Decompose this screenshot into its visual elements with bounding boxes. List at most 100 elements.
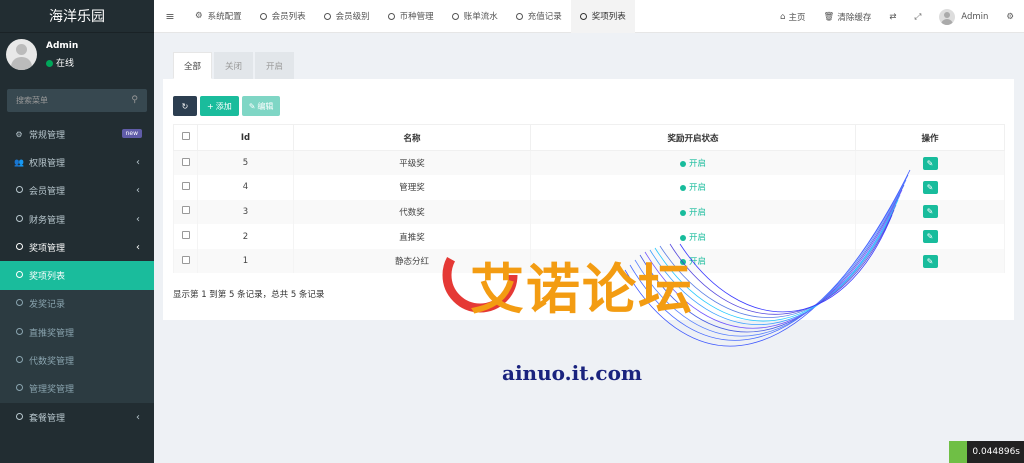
sidebar-item-label: 财务管理: [29, 215, 66, 226]
group-icon: 👥: [14, 157, 24, 167]
col-actions: 操作: [855, 124, 1005, 151]
table-row: 4 管理奖 开启 ✎: [173, 175, 1005, 200]
sidebar-item-generation-award[interactable]: 代数奖管理: [0, 346, 154, 375]
tab-system-config[interactable]: ⚙ 系统配置: [186, 0, 251, 33]
chevron-left-icon: ‹: [136, 411, 140, 423]
settings-gear-icon[interactable]: ⚙: [997, 0, 1024, 33]
cell-actions: ✎: [855, 199, 1005, 225]
tab-member-list[interactable]: 会员列表: [251, 0, 315, 33]
sidebar-item-package[interactable]: 套餐管理 ‹: [0, 403, 154, 431]
home-link[interactable]: ⌂ 主页: [771, 0, 814, 33]
status-dot-icon: [679, 161, 686, 168]
top-navbar: ≡ ⚙ 系统配置 会员列表 会员级别 币种管理 账单流水 充值记录 奖项列表 ⌂ 主…: [154, 0, 1024, 33]
circle-icon: [14, 327, 24, 337]
avatar: [6, 39, 37, 70]
tab-award-list[interactable]: 奖项列表: [570, 0, 635, 33]
sidebar-item-management-award[interactable]: 管理奖管理: [0, 374, 154, 403]
cell-name: 管理奖: [293, 175, 531, 200]
edit-row-button[interactable]: ✎: [922, 180, 938, 194]
cell-status[interactable]: 开启: [530, 150, 856, 176]
cell-id: 5: [197, 150, 294, 176]
filter-tabs: 全部 关闭 开启: [163, 52, 1014, 79]
circle-icon: [14, 299, 24, 308]
sidebar-item-general[interactable]: ⚙ 常规管理 new: [0, 120, 154, 148]
circle-icon: [14, 271, 24, 280]
search-input[interactable]: 搜索菜单: [16, 95, 48, 106]
menu-search[interactable]: 搜索菜单 ⚲: [7, 89, 147, 112]
sidebar-toggle-icon[interactable]: ≡: [154, 0, 186, 33]
new-badge: new: [121, 129, 142, 138]
sidebar-item-awards[interactable]: 奖项管理 ‹: [0, 233, 154, 261]
tab-closed[interactable]: 关闭: [214, 52, 254, 79]
refresh-icon: ↻: [181, 101, 189, 111]
sidebar-item-permission[interactable]: 👥 权限管理 ‹: [0, 148, 154, 176]
edit-row-button[interactable]: ✎: [922, 205, 938, 219]
language-icon[interactable]: ⇄: [880, 0, 905, 33]
clear-cache-button[interactable]: 🗑 清除缓存: [815, 0, 881, 33]
chevron-left-icon: ‹: [136, 156, 140, 168]
status-label: 开启: [688, 232, 706, 243]
col-name[interactable]: 名称: [293, 124, 531, 151]
edit-button[interactable]: ✎ 编辑: [241, 96, 281, 116]
chevron-left-icon: ‹: [136, 185, 140, 197]
circle-icon: [451, 12, 459, 20]
tab-member-level[interactable]: 会员级别: [315, 0, 379, 33]
edit-row-button[interactable]: ✎: [922, 230, 938, 244]
tab-billing[interactable]: 账单流水: [443, 0, 507, 33]
select-all-checkbox[interactable]: [173, 124, 198, 151]
status-dot-icon: [679, 209, 686, 216]
tab-all[interactable]: 全部: [173, 52, 213, 79]
sidebar-item-award-list[interactable]: 奖项列表: [0, 261, 154, 290]
chevron-down-icon: ‹: [136, 241, 140, 253]
avatar: [939, 8, 956, 25]
watermark-url: ainuo.it.com: [502, 361, 643, 385]
cell-status[interactable]: 开启: [530, 199, 856, 225]
clear-cache-label: 清除缓存: [837, 12, 872, 23]
tab-label: 账单流水: [463, 12, 498, 22]
search-icon[interactable]: ⚲: [131, 95, 138, 105]
sidebar-item-award-records[interactable]: 发奖记录: [0, 289, 154, 319]
tab-recharge[interactable]: 充值记录: [507, 0, 571, 33]
sidebar: 海洋乐园 Admin 在线 搜索菜单 ⚲ ⚙ 常规管理 new 👥 权限管理 ‹ 会员管…: [0, 0, 154, 463]
cell-actions: ✎: [855, 248, 1005, 274]
cell-status[interactable]: 开启: [530, 175, 856, 200]
pagination-info: 显示第 1 到第 5 条记录，总共 5 条记录: [173, 290, 325, 300]
col-status[interactable]: 奖励开启状态: [530, 124, 856, 151]
edit-row-button[interactable]: ✎: [922, 156, 938, 170]
tab-currency[interactable]: 币种管理: [379, 0, 443, 33]
debug-bar-icon: [949, 441, 968, 463]
tab-label: 充值记录: [527, 12, 562, 22]
sidebar-item-label: 常规管理: [29, 130, 66, 141]
sidebar-item-label: 发奖记录: [29, 300, 66, 311]
status-label: 开启: [688, 183, 706, 194]
admin-menu[interactable]: Admin: [930, 0, 997, 33]
sidebar-item-direct-award[interactable]: 直推奖管理: [0, 318, 154, 347]
refresh-button[interactable]: ↻: [173, 96, 197, 116]
app-logo[interactable]: 海洋乐园: [0, 0, 154, 33]
gear-icon: ⚙: [195, 11, 203, 21]
row-checkbox[interactable]: [173, 150, 198, 176]
col-id[interactable]: Id: [197, 124, 294, 151]
sidebar-item-label: 套餐管理: [29, 413, 66, 424]
fullscreen-icon[interactable]: ⤢: [905, 0, 930, 33]
circle-icon: [14, 242, 24, 252]
row-checkbox[interactable]: [173, 248, 198, 274]
debug-timer[interactable]: 0.044896s: [949, 441, 1024, 463]
navbar-right: ⌂ 主页 🗑 清除缓存 ⇄ ⤢ Admin ⚙: [771, 0, 1024, 33]
row-checkbox[interactable]: [173, 199, 198, 225]
admin-label: Admin: [961, 11, 989, 22]
cell-name: 代数奖: [293, 199, 531, 225]
circle-icon: [14, 214, 24, 224]
add-button[interactable]: + 添加: [200, 96, 239, 116]
sidebar-item-members[interactable]: 会员管理 ‹: [0, 177, 154, 205]
sidebar-item-finance[interactable]: 财务管理 ‹: [0, 205, 154, 233]
status-label: 开启: [688, 207, 706, 218]
edit-row-button[interactable]: ✎: [922, 254, 938, 268]
cogs-icon: ⚙: [15, 129, 23, 139]
row-checkbox[interactable]: [173, 175, 198, 200]
tab-open[interactable]: 开启: [255, 52, 295, 79]
tab-label: 币种管理: [399, 12, 434, 22]
row-checkbox[interactable]: [173, 224, 198, 249]
tab-label: 会员级别: [335, 12, 370, 22]
timer-value: 0.044896s: [972, 447, 1020, 457]
